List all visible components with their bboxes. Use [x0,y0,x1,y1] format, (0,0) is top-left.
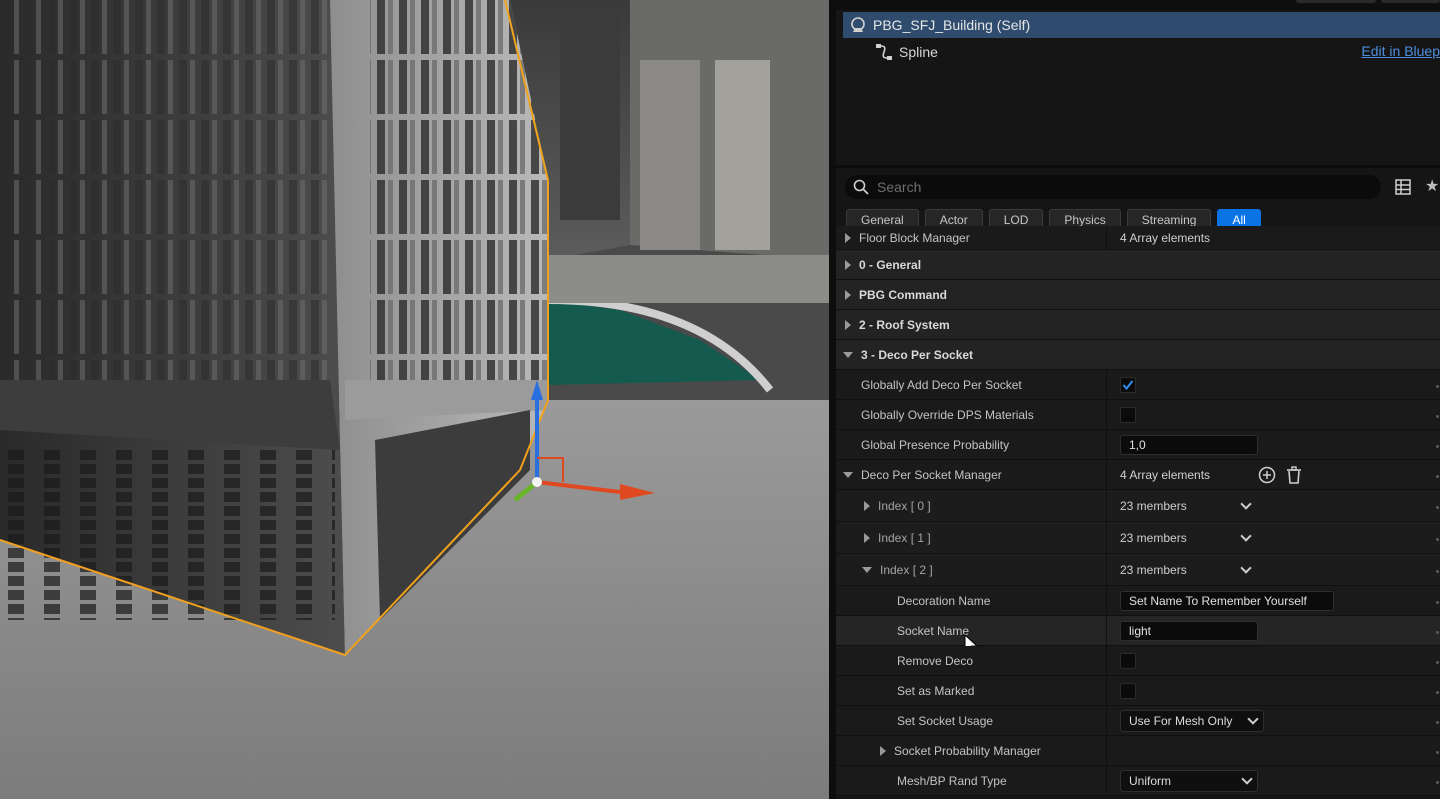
index-1-row: Index [ 1 ] 23 members [836,522,1440,554]
edit-in-blueprint-link[interactable]: Edit in Bluep [1361,43,1440,59]
index-2-value: 23 members [1120,562,1187,577]
category-general[interactable]: 0 - General [836,250,1440,280]
chevron-down-icon [1247,712,1259,725]
index-1-value: 23 members [1120,530,1187,545]
add-element-icon[interactable] [1258,466,1276,484]
socket-name-input[interactable]: light [1120,620,1258,641]
globally-add-deco-label: Globally Add Deco Per Socket [861,378,1022,392]
chevron-down-icon [1241,772,1253,785]
expand-arrow-icon[interactable] [845,260,851,270]
mesh-bp-rand-type-label: Mesh/BP Rand Type [897,774,1007,788]
index-2-row: Index [ 2 ] 23 members [836,554,1440,586]
socket-name-label: Socket Name [897,624,970,638]
chevron-down-icon[interactable] [1240,562,1252,574]
search-input[interactable]: Search [845,175,1381,199]
globally-override-dps-label: Globally Override DPS Materials [861,408,1034,422]
global-presence-probability-input[interactable]: 1,0 [1120,434,1258,455]
toolbar-tab[interactable] [1296,0,1376,3]
favorites-star-icon[interactable]: ★ [1425,176,1439,196]
expand-arrow-icon[interactable] [845,233,851,243]
global-presence-probability-row: Global Presence Probability 1,0 [836,430,1440,460]
global-presence-probability-label: Global Presence Probability [861,438,1010,452]
details-list: Floor Block Manager 4 Array elements 0 -… [836,226,1440,796]
toolbar-tab[interactable] [1381,0,1440,3]
floor-block-manager-value: 4 Array elements [1120,230,1211,245]
decoration-name-row: Decoration Name Set Name To Remember You… [836,586,1440,616]
collapse-arrow-icon[interactable] [862,567,872,573]
deco-per-socket-manager-row: Deco Per Socket Manager 4 Array elements [836,460,1440,490]
set-as-marked-row: Set as Marked [836,676,1440,706]
remove-deco-checkbox[interactable] [1120,652,1136,669]
search-placeholder: Search [877,179,922,195]
index-2-label: Index [ 2 ] [880,563,933,577]
expand-arrow-icon[interactable] [864,533,870,543]
socket-name-row: Socket Name light [836,616,1440,655]
category-deco-per-socket[interactable]: 3 - Deco Per Socket [836,340,1440,370]
component-self-label: PBG_SFJ_Building (Self) [873,17,1031,33]
decoration-name-input[interactable]: Set Name To Remember Yourself [1120,590,1334,611]
table-view-icon[interactable] [1395,179,1411,195]
category-roof-system-label: 2 - Roof System [859,318,950,332]
globally-override-dps-checkbox[interactable] [1120,406,1136,423]
mesh-bp-rand-type-row: Mesh/BP Rand Type Uniform [836,766,1440,796]
floor-block-manager-label: Floor Block Manager [859,231,970,245]
viewport-panel-divider[interactable] [829,0,836,799]
globally-add-deco-checkbox[interactable] [1120,376,1136,393]
floor-block-manager-row[interactable]: Floor Block Manager 4 Array elements [836,226,1440,250]
category-pbg-command-label: PBG Command [859,288,948,302]
level-viewport[interactable] [0,0,832,799]
set-socket-usage-row: Set Socket Usage Use For Mesh Only [836,706,1440,736]
remove-deco-label: Remove Deco [897,654,974,668]
remove-deco-row: Remove Deco [836,646,1440,676]
set-socket-usage-label: Set Socket Usage [897,714,994,728]
deco-per-socket-manager-label: Deco Per Socket Manager [861,468,1002,482]
component-self-row[interactable]: PBG_SFJ_Building (Self) [843,12,1440,38]
actor-icon [851,17,865,32]
panel-separator[interactable] [836,165,1440,168]
set-socket-usage-dropdown[interactable]: Use For Mesh Only [1120,709,1264,732]
chevron-down-icon[interactable] [1240,530,1252,542]
collapse-arrow-icon[interactable] [843,472,853,478]
details-panel: PBG_SFJ_Building (Self) Spline Edit in B… [836,0,1440,799]
component-spline-label: Spline [899,44,938,60]
index-0-row: Index [ 0 ] 23 members [836,490,1440,522]
category-pbg-command[interactable]: PBG Command [836,280,1440,310]
checkmark-icon [1122,379,1134,390]
set-as-marked-checkbox[interactable] [1120,682,1136,699]
deco-per-socket-manager-value: 4 Array elements [1120,467,1211,482]
panel-top-strip [836,0,1440,10]
set-as-marked-label: Set as Marked [897,684,975,698]
expand-arrow-icon[interactable] [864,501,870,511]
search-icon [853,179,869,195]
expand-arrow-icon[interactable] [845,290,851,300]
category-deco-per-socket-label: 3 - Deco Per Socket [861,348,974,362]
index-0-label: Index [ 0 ] [878,499,931,513]
collapse-arrow-icon[interactable] [843,352,853,358]
socket-probability-manager-label: Socket Probability Manager [894,744,1041,758]
socket-probability-manager-row[interactable]: Socket Probability Manager [836,736,1440,766]
category-general-label: 0 - General [859,258,922,272]
expand-arrow-icon[interactable] [845,320,851,330]
viewport-scene [0,0,832,799]
index-0-value: 23 members [1120,498,1187,513]
decoration-name-label: Decoration Name [897,594,991,608]
category-roof-system[interactable]: 2 - Roof System [836,310,1440,340]
globally-override-dps-row: Globally Override DPS Materials [836,400,1440,430]
set-socket-usage-value: Use For Mesh Only [1129,713,1233,728]
globally-add-deco-row: Globally Add Deco Per Socket [836,370,1440,400]
spline-icon [876,44,892,60]
trash-icon[interactable] [1286,465,1302,484]
component-spline-row[interactable]: Spline [843,40,1440,64]
index-1-label: Index [ 1 ] [878,531,931,545]
expand-arrow-icon[interactable] [880,746,886,756]
chevron-down-icon[interactable] [1240,498,1252,510]
mesh-bp-rand-type-dropdown[interactable]: Uniform [1120,769,1258,792]
mesh-bp-rand-type-value: Uniform [1129,773,1172,788]
